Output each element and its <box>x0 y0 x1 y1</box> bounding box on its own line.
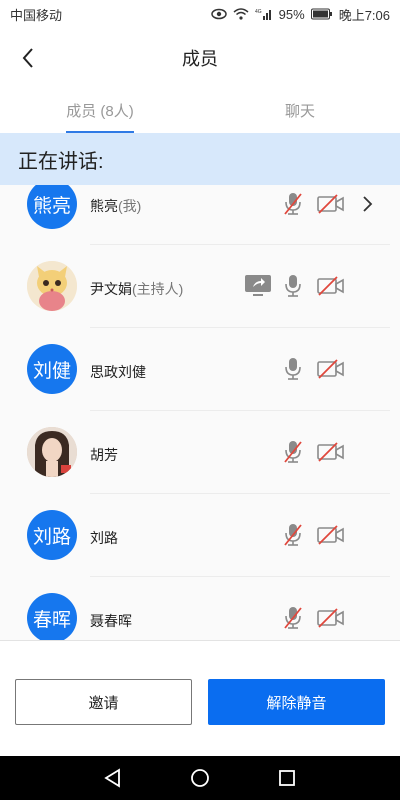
mic-muted-button[interactable] <box>280 605 306 631</box>
member-name: 尹文娟 <box>90 281 132 297</box>
avatar <box>27 261 77 311</box>
camera-off-button[interactable] <box>317 273 345 299</box>
camera-off-icon <box>317 276 344 296</box>
chevron-left-icon <box>22 48 33 68</box>
camera-off-icon <box>317 359 344 379</box>
member-row-5[interactable]: 春晖 聂春晖 <box>0 577 400 640</box>
cartoon-avatar-image <box>27 261 77 311</box>
nav-home-button[interactable] <box>187 765 213 791</box>
signal-icon: 4G <box>255 8 273 20</box>
square-recents-icon <box>278 770 295 786</box>
mic-muted-button[interactable] <box>280 191 306 217</box>
member-name: 刘路 <box>90 530 118 546</box>
member-row-2[interactable]: 刘健 思政刘健 <box>0 328 400 411</box>
mic-button[interactable] <box>280 356 306 382</box>
screen-share-button[interactable] <box>244 273 272 299</box>
camera-off-button[interactable] <box>317 522 345 548</box>
clock: 晚上7:06 <box>338 7 390 23</box>
system-nav-bar <box>0 756 400 800</box>
circle-home-icon <box>191 769 209 787</box>
camera-off-button[interactable] <box>317 605 345 631</box>
unmute-button[interactable]: 解除静音 <box>208 679 385 725</box>
mic-icon <box>285 275 301 297</box>
header: 成员 <box>0 28 400 88</box>
mic-icon <box>285 358 301 380</box>
avatar: 熊亮 <box>27 179 77 229</box>
camera-off-button[interactable] <box>317 356 345 382</box>
avatar: 刘健 <box>27 344 77 394</box>
tab-members[interactable]: 成员 (8人) <box>0 88 200 133</box>
avatar <box>27 427 77 477</box>
camera-off-icon <box>317 442 344 462</box>
invite-button[interactable]: 邀请 <box>15 679 192 725</box>
mic-muted-icon <box>284 607 302 629</box>
member-row-3[interactable]: 胡芳 <box>0 411 400 494</box>
member-role: (我) <box>118 198 142 214</box>
avatar: 刘路 <box>27 510 77 560</box>
chevron-right-icon <box>363 196 373 212</box>
camera-off-button[interactable] <box>317 191 345 217</box>
page-title: 成员 <box>182 49 218 69</box>
member-name-line: 刘路 <box>90 528 118 548</box>
member-name: 聂春晖 <box>90 613 132 629</box>
member-name-line: 聂春晖 <box>90 611 132 631</box>
carrier-label: 中国移动 <box>10 7 63 23</box>
tab-chat[interactable]: 聊天 <box>200 88 400 133</box>
status-icons: 4G 95% 晚上7:06 <box>210 5 390 24</box>
nav-recents-button[interactable] <box>274 765 300 791</box>
tab-bar: 成员 (8人) 聊天 <box>0 88 400 133</box>
member-name-line: 熊亮(我) <box>90 196 141 216</box>
nav-back-button[interactable] <box>100 765 126 791</box>
member-row-4[interactable]: 刘路 刘路 <box>0 494 400 577</box>
battery-percent: 95% <box>278 6 305 22</box>
avatar: 春晖 <box>27 593 77 640</box>
mic-muted-button[interactable] <box>280 439 306 465</box>
member-name-line: 思政刘健 <box>90 362 146 382</box>
member-row-1[interactable]: 尹文娟(主持人) <box>0 245 400 328</box>
photo-avatar-image <box>27 427 77 477</box>
member-name: 胡芳 <box>90 447 118 463</box>
triangle-back-icon <box>104 768 121 788</box>
mic-muted-icon <box>284 524 302 546</box>
camera-off-icon <box>317 194 344 214</box>
bottom-action-bar: 邀请 解除静音 <box>0 640 400 756</box>
mic-muted-icon <box>284 193 302 215</box>
member-name: 思政刘健 <box>90 364 146 380</box>
member-role: (主持人) <box>132 281 184 297</box>
screen-share-icon <box>245 275 271 296</box>
wifi-icon <box>233 8 249 20</box>
camera-off-icon <box>317 608 344 628</box>
member-name-line: 胡芳 <box>90 445 118 465</box>
mic-muted-button[interactable] <box>280 522 306 548</box>
camera-off-button[interactable] <box>317 439 345 465</box>
member-name: 熊亮 <box>90 198 118 214</box>
member-detail-button[interactable] <box>354 191 380 217</box>
status-bar: 中国移动 4G 95% 晚上7:06 <box>0 0 400 28</box>
member-name-line: 尹文娟(主持人) <box>90 279 183 299</box>
eye-icon <box>210 8 227 20</box>
mic-muted-icon <box>284 441 302 463</box>
back-button[interactable] <box>14 44 42 72</box>
mic-button[interactable] <box>280 273 306 299</box>
member-list[interactable]: 熊亮 熊亮(我) 尹文娟(主持人) 刘健 思政刘健 胡芳 刘路 刘路 春晖 聂春… <box>0 160 400 640</box>
battery-icon <box>310 8 333 20</box>
network-label: 4G <box>255 9 262 15</box>
camera-off-icon <box>317 525 344 545</box>
speaking-banner: 正在讲话: <box>0 133 400 185</box>
